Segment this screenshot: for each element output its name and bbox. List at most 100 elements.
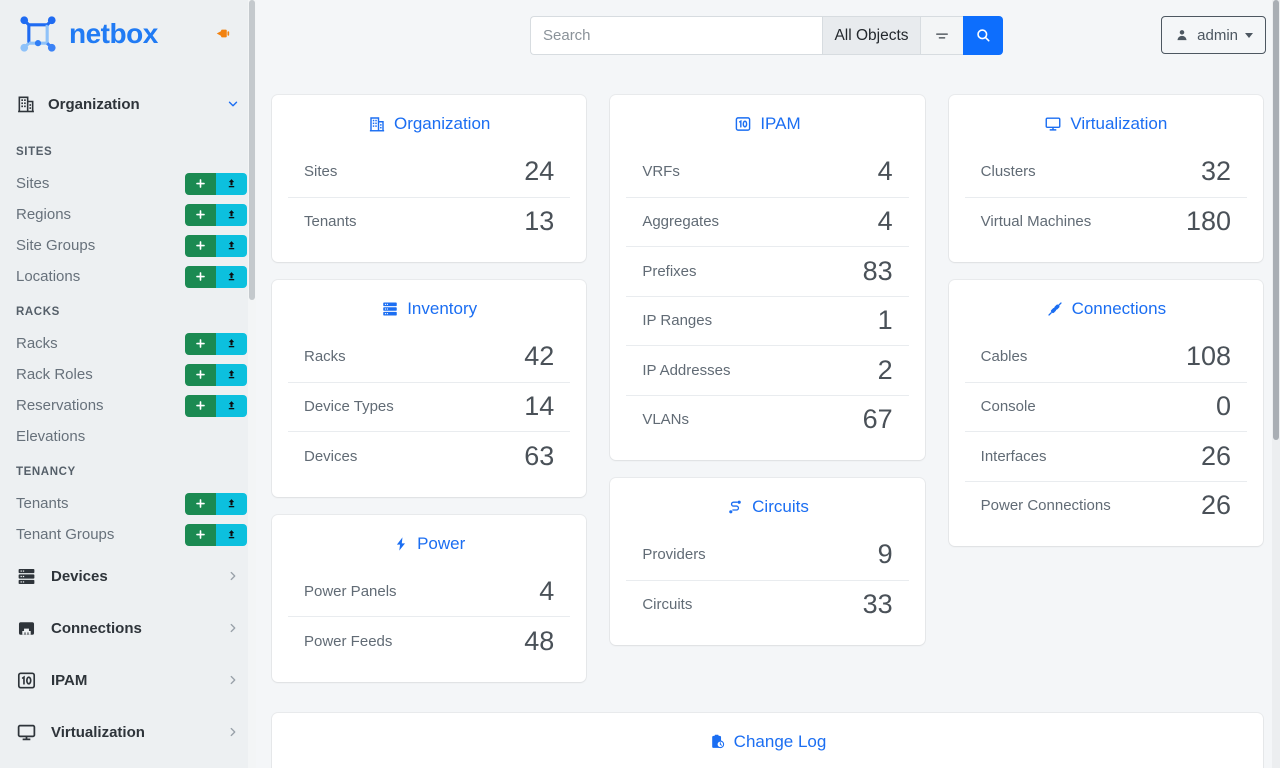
add-button[interactable] [185, 395, 216, 417]
card-ipam: IPAM VRFs 4 Aggregates 4 Prefixes 83 IP Ranges… [610, 95, 924, 460]
stat-value[interactable]: 24 [524, 156, 554, 187]
stat-value[interactable]: 13 [524, 206, 554, 237]
import-button[interactable] [216, 395, 247, 417]
stat-label[interactable]: Providers [642, 546, 705, 563]
sidebar-item-sites[interactable]: Sites [0, 168, 256, 199]
stat-value[interactable]: 42 [524, 341, 554, 372]
stat-value[interactable]: 83 [863, 256, 893, 287]
card-inventory-title[interactable]: Inventory [272, 296, 586, 322]
chevron-right-icon [226, 621, 240, 635]
add-button[interactable] [185, 266, 216, 288]
sidebar-scrollbar[interactable] [248, 0, 256, 768]
add-button[interactable] [185, 204, 216, 226]
stat-label[interactable]: Devices [304, 448, 357, 465]
sidebar-item-connections[interactable]: Connections [0, 602, 256, 654]
stat-label[interactable]: Device Types [304, 398, 394, 415]
import-button[interactable] [216, 333, 247, 355]
stat-label[interactable]: Racks [304, 348, 346, 365]
stat-label[interactable]: Virtual Machines [981, 213, 1092, 230]
sidebar-item-tenant-groups[interactable]: Tenant Groups [0, 519, 256, 550]
stat-value[interactable]: 67 [863, 404, 893, 435]
pin-sidebar-icon[interactable] [215, 25, 232, 42]
sidebar-item-elevations[interactable]: Elevations [0, 421, 256, 452]
sidebar-item-rack-roles[interactable]: Rack Roles [0, 359, 256, 390]
user-menu-button[interactable]: admin [1161, 16, 1266, 54]
stat-label[interactable]: Cables [981, 348, 1028, 365]
import-button[interactable] [216, 364, 247, 386]
add-button[interactable] [185, 493, 216, 515]
sidebar-item-site-groups[interactable]: Site Groups [0, 230, 256, 261]
stat-value[interactable]: 108 [1186, 341, 1231, 372]
person-icon [1174, 27, 1190, 43]
stat-value[interactable]: 26 [1201, 490, 1231, 521]
search-scope-dropdown[interactable]: All Objects [822, 16, 920, 55]
card-circuits-title[interactable]: Circuits [610, 494, 924, 520]
card-virtualization-title[interactable]: Virtualization [949, 111, 1263, 137]
stat-row: Cables 108 [965, 332, 1247, 382]
stat-value[interactable]: 180 [1186, 206, 1231, 237]
stat-value[interactable]: 2 [878, 355, 893, 386]
card-power-title[interactable]: Power [272, 531, 586, 557]
stat-label[interactable]: Aggregates [642, 213, 719, 230]
card-ipam-title[interactable]: IPAM [610, 111, 924, 137]
stat-label[interactable]: Clusters [981, 163, 1036, 180]
card-connections-title[interactable]: Connections [949, 296, 1263, 322]
import-button[interactable] [216, 266, 247, 288]
stat-label[interactable]: Prefixes [642, 263, 696, 280]
add-button[interactable] [185, 333, 216, 355]
stat-value[interactable]: 63 [524, 441, 554, 472]
stat-label[interactable]: Circuits [642, 596, 692, 613]
stat-label[interactable]: Power Feeds [304, 633, 392, 650]
sidebar-item-racks[interactable]: Racks [0, 328, 256, 359]
search-filter-button[interactable] [920, 16, 963, 55]
sidebar-item-organization[interactable]: Organization [0, 84, 256, 124]
stat-value[interactable]: 26 [1201, 441, 1231, 472]
stat-label[interactable]: VLANs [642, 411, 689, 428]
stat-label[interactable]: IP Addresses [642, 362, 730, 379]
search-input[interactable] [530, 16, 822, 55]
card-organization-title[interactable]: Organization [272, 111, 586, 137]
chevron-right-icon [226, 725, 240, 739]
sidebar-item-virtualization[interactable]: Virtualization [0, 706, 256, 758]
stat-value[interactable]: 1 [878, 305, 893, 336]
stat-value[interactable]: 4 [539, 576, 554, 607]
add-button[interactable] [185, 524, 216, 546]
stat-value[interactable]: 4 [878, 206, 893, 237]
add-button[interactable] [185, 173, 216, 195]
quick-actions [185, 364, 247, 386]
stat-value[interactable]: 32 [1201, 156, 1231, 187]
sidebar-item-locations[interactable]: Locations [0, 261, 256, 292]
stat-label[interactable]: Tenants [304, 213, 357, 230]
stat-label[interactable]: Power Panels [304, 583, 397, 600]
card-inventory: Inventory Racks 42 Device Types 14 Devices 63 [272, 280, 586, 497]
stat-value[interactable]: 14 [524, 391, 554, 422]
sidebar-item-tenants[interactable]: Tenants [0, 488, 256, 519]
stat-value[interactable]: 4 [878, 156, 893, 187]
stat-label[interactable]: Console [981, 398, 1036, 415]
add-button[interactable] [185, 364, 216, 386]
import-button[interactable] [216, 235, 247, 257]
stat-label[interactable]: IP Ranges [642, 312, 712, 329]
import-button[interactable] [216, 524, 247, 546]
search-submit-button[interactable] [963, 16, 1003, 55]
stat-label[interactable]: Power Connections [981, 497, 1111, 514]
import-button[interactable] [216, 173, 247, 195]
sidebar-item-regions[interactable]: Regions [0, 199, 256, 230]
stat-label[interactable]: Interfaces [981, 448, 1047, 465]
sidebar-item-devices[interactable]: Devices [0, 550, 256, 602]
import-button[interactable] [216, 493, 247, 515]
stat-value[interactable]: 0 [1216, 391, 1231, 422]
import-button[interactable] [216, 204, 247, 226]
stat-value[interactable]: 33 [863, 589, 893, 620]
add-button[interactable] [185, 235, 216, 257]
sidebar-item-ipam[interactable]: IPAM [0, 654, 256, 706]
stat-value[interactable]: 48 [524, 626, 554, 657]
netbox-logo[interactable]: netbox [16, 12, 158, 56]
stat-label[interactable]: Sites [304, 163, 337, 180]
card-title-text: Virtualization [1070, 114, 1167, 134]
main-scrollbar[interactable] [1272, 0, 1280, 768]
card-changelog-title[interactable]: Change Log [272, 729, 1263, 755]
stat-label[interactable]: VRFs [642, 163, 680, 180]
stat-value[interactable]: 9 [878, 539, 893, 570]
sidebar-item-reservations[interactable]: Reservations [0, 390, 256, 421]
